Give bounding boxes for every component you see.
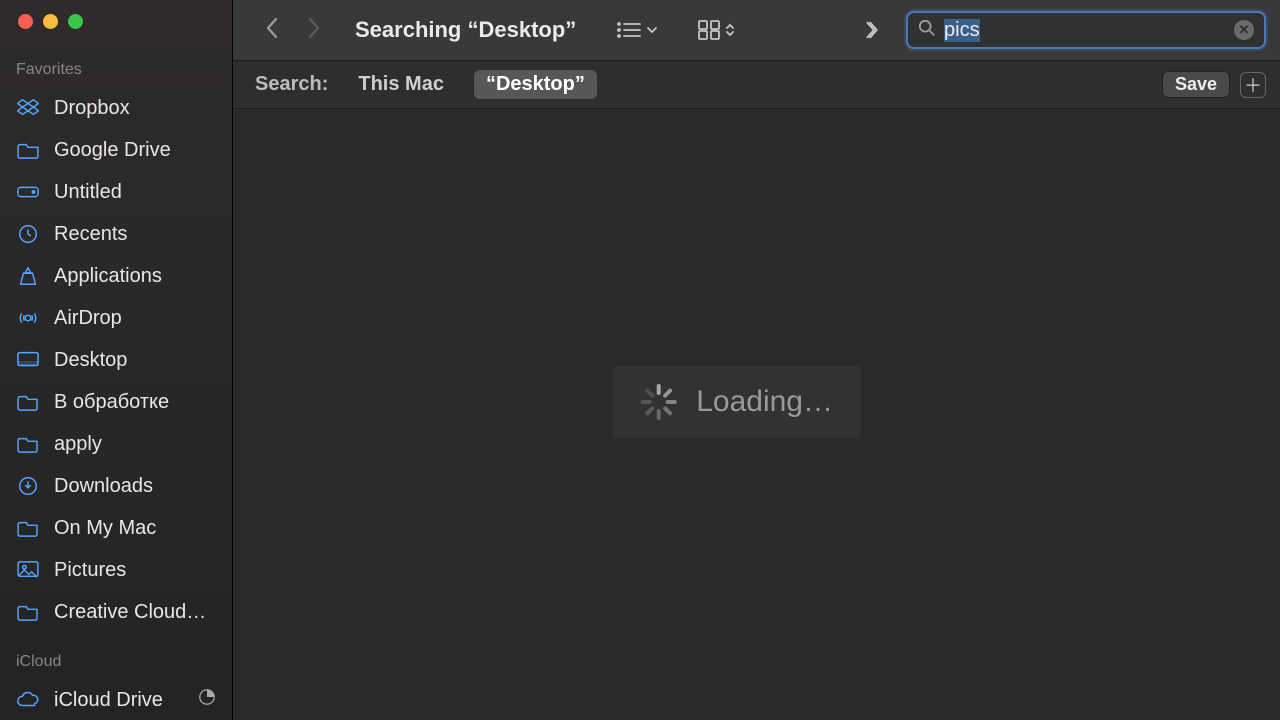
scope-this-mac[interactable]: This Mac: [346, 70, 456, 99]
airdrop-icon: [16, 307, 40, 329]
sidebar: Favorites Dropbox Google Drive Untitled …: [0, 0, 232, 720]
spinner-icon: [640, 384, 676, 420]
sidebar-section-icloud: iCloud: [0, 647, 232, 679]
sidebar-item-label: apply: [54, 429, 102, 459]
sidebar-item-label: Creative Cloud…: [54, 597, 206, 627]
folder-icon: [16, 393, 40, 411]
disk-icon: [16, 183, 40, 201]
sidebar-item-google-drive[interactable]: Google Drive: [0, 129, 232, 171]
close-window-button[interactable]: [18, 14, 33, 29]
sidebar-item-label: On My Mac: [54, 513, 156, 543]
sidebar-item-icloud-drive[interactable]: iCloud Drive: [0, 679, 232, 720]
sidebar-item-dropbox[interactable]: Dropbox: [0, 87, 232, 129]
scope-desktop[interactable]: “Desktop”: [474, 70, 597, 99]
sidebar-item-downloads[interactable]: Downloads: [0, 465, 232, 507]
minimize-window-button[interactable]: [43, 14, 58, 29]
sidebar-item-airdrop[interactable]: AirDrop: [0, 297, 232, 339]
results-pane: Loading…: [233, 109, 1280, 720]
folder-icon: [16, 519, 40, 537]
sidebar-item-label: Recents: [54, 219, 127, 249]
forward-button[interactable]: [301, 12, 327, 49]
toolbar: Searching “Desktop” ✕: [233, 0, 1280, 61]
sidebar-item-label: Applications: [54, 261, 162, 291]
zoom-window-button[interactable]: [68, 14, 83, 29]
sidebar-item-pictures[interactable]: Pictures: [0, 549, 232, 591]
sidebar-item-label: В обработке: [54, 387, 169, 417]
download-icon: [16, 475, 40, 497]
sidebar-item-untitled-disk[interactable]: Untitled: [0, 171, 232, 213]
sidebar-item-processing[interactable]: В обработке: [0, 381, 232, 423]
sidebar-item-desktop[interactable]: Desktop: [0, 339, 232, 381]
clear-search-button[interactable]: ✕: [1234, 20, 1254, 40]
sidebar-item-label: Google Drive: [54, 135, 171, 165]
desktop-icon: [16, 351, 40, 369]
clock-icon: [16, 223, 40, 245]
sidebar-item-on-my-mac[interactable]: On My Mac: [0, 507, 232, 549]
sidebar-item-label: AirDrop: [54, 303, 122, 333]
sidebar-item-label: Dropbox: [54, 93, 130, 123]
chevron-down-icon: [646, 24, 658, 36]
sidebar-item-label: Downloads: [54, 471, 153, 501]
add-criteria-button[interactable]: ＋: [1240, 72, 1266, 98]
dropbox-icon: [16, 98, 40, 118]
search-input[interactable]: [944, 19, 1234, 42]
sync-progress-icon: [198, 685, 216, 715]
sidebar-section-favorites: Favorites: [0, 55, 232, 87]
pictures-icon: [16, 561, 40, 579]
group-by-button[interactable]: [692, 16, 742, 44]
folder-icon: [16, 603, 40, 621]
folder-icon: [16, 141, 40, 159]
sidebar-item-label: iCloud Drive: [54, 685, 163, 715]
sidebar-item-recents[interactable]: Recents: [0, 213, 232, 255]
window-controls: [0, 14, 232, 55]
more-toolbar-button[interactable]: [856, 15, 890, 45]
view-list-button[interactable]: [610, 16, 664, 44]
loading-text: Loading…: [696, 385, 833, 419]
window-title: Searching “Desktop”: [355, 17, 576, 43]
back-button[interactable]: [259, 12, 285, 49]
sidebar-item-label: Pictures: [54, 555, 126, 585]
scope-label: Search:: [255, 73, 328, 96]
sidebar-item-label: Desktop: [54, 345, 127, 375]
main-pane: Searching “Desktop” ✕ Search: This Mac “…: [232, 0, 1280, 720]
updown-icon: [724, 21, 736, 39]
sidebar-item-label: Untitled: [54, 177, 122, 207]
icloud-icon: [16, 691, 40, 709]
save-search-button[interactable]: Save: [1162, 71, 1230, 98]
applications-icon: [16, 265, 40, 287]
loading-indicator: Loading…: [612, 366, 861, 438]
search-icon: [918, 19, 936, 42]
search-field[interactable]: ✕: [906, 11, 1266, 49]
sidebar-item-creative-cloud[interactable]: Creative Cloud…: [0, 591, 232, 633]
folder-icon: [16, 435, 40, 453]
sidebar-item-apply[interactable]: apply: [0, 423, 232, 465]
sidebar-item-applications[interactable]: Applications: [0, 255, 232, 297]
search-scope-bar: Search: This Mac “Desktop” Save ＋: [233, 61, 1280, 109]
